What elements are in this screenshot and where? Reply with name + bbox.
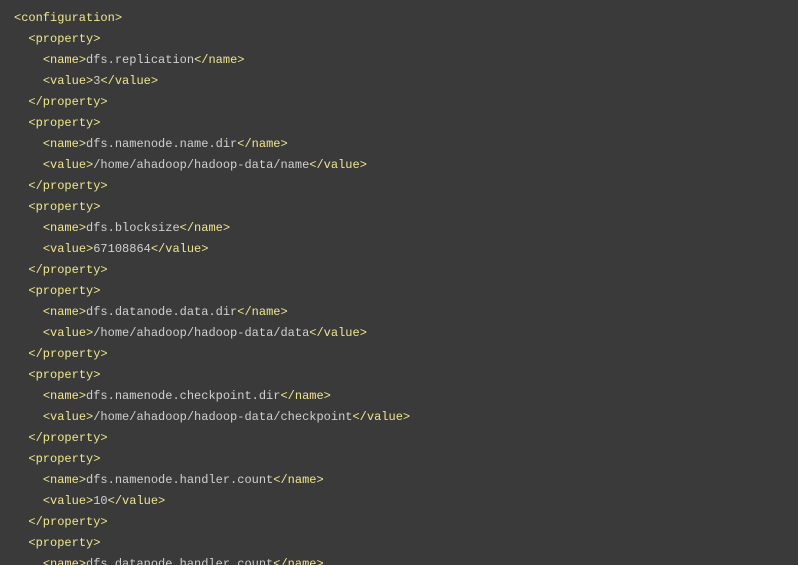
xml-tag: <configuration> — [14, 11, 122, 25]
xml-tag: </property> — [28, 515, 107, 529]
xml-tag: </name> — [280, 389, 330, 403]
xml-tag: </name> — [273, 557, 323, 565]
xml-text: /home/ahadoop/hadoop-data/checkpoint — [93, 410, 352, 424]
xml-tag: </property> — [28, 95, 107, 109]
xml-text: dfs.namenode.name.dir — [86, 137, 237, 151]
xml-tag: <property> — [28, 536, 100, 550]
xml-text: 10 — [93, 494, 107, 508]
xml-text: /home/ahadoop/hadoop-data/data — [93, 326, 309, 340]
xml-tag: </value> — [309, 158, 367, 172]
xml-tag: </value> — [309, 326, 367, 340]
xml-tag: <property> — [28, 284, 100, 298]
xml-tag: </property> — [28, 431, 107, 445]
xml-tag: </name> — [194, 53, 244, 67]
xml-tag: <value> — [43, 326, 93, 340]
xml-tag: </property> — [28, 179, 107, 193]
xml-tag: <property> — [28, 368, 100, 382]
xml-tag: <name> — [43, 473, 86, 487]
xml-tag: </value> — [352, 410, 410, 424]
xml-text: dfs.namenode.checkpoint.dir — [86, 389, 280, 403]
xml-tag: </name> — [180, 221, 230, 235]
xml-tag: </property> — [28, 263, 107, 277]
xml-tag: <property> — [28, 452, 100, 466]
xml-tag: </name> — [237, 137, 287, 151]
xml-tag: <value> — [43, 494, 93, 508]
xml-tag: <value> — [43, 158, 93, 172]
xml-tag: <name> — [43, 389, 86, 403]
xml-text: 67108864 — [93, 242, 151, 256]
xml-tag: </name> — [237, 305, 287, 319]
xml-tag: <property> — [28, 200, 100, 214]
xml-tag: </value> — [100, 74, 158, 88]
xml-tag: <value> — [43, 74, 93, 88]
xml-tag: <name> — [43, 53, 86, 67]
xml-text: dfs.blocksize — [86, 221, 180, 235]
xml-config-code: <configuration> <property> <name>dfs.rep… — [0, 0, 798, 565]
xml-text: dfs.namenode.handler.count — [86, 473, 273, 487]
xml-text: /home/ahadoop/hadoop-data/name — [93, 158, 309, 172]
xml-tag: <property> — [28, 116, 100, 130]
xml-tag: </name> — [273, 473, 323, 487]
xml-tag: </property> — [28, 347, 107, 361]
xml-tag: <name> — [43, 305, 86, 319]
xml-text: dfs.replication — [86, 53, 194, 67]
xml-tag: <name> — [43, 137, 86, 151]
xml-tag: </value> — [151, 242, 209, 256]
xml-tag: <name> — [43, 221, 86, 235]
xml-tag: <property> — [28, 32, 100, 46]
xml-tag: <value> — [43, 410, 93, 424]
xml-text: dfs.datanode.handler.count — [86, 557, 273, 565]
xml-tag: <value> — [43, 242, 93, 256]
xml-text: dfs.datanode.data.dir — [86, 305, 237, 319]
xml-tag: </value> — [108, 494, 166, 508]
xml-tag: <name> — [43, 557, 86, 565]
